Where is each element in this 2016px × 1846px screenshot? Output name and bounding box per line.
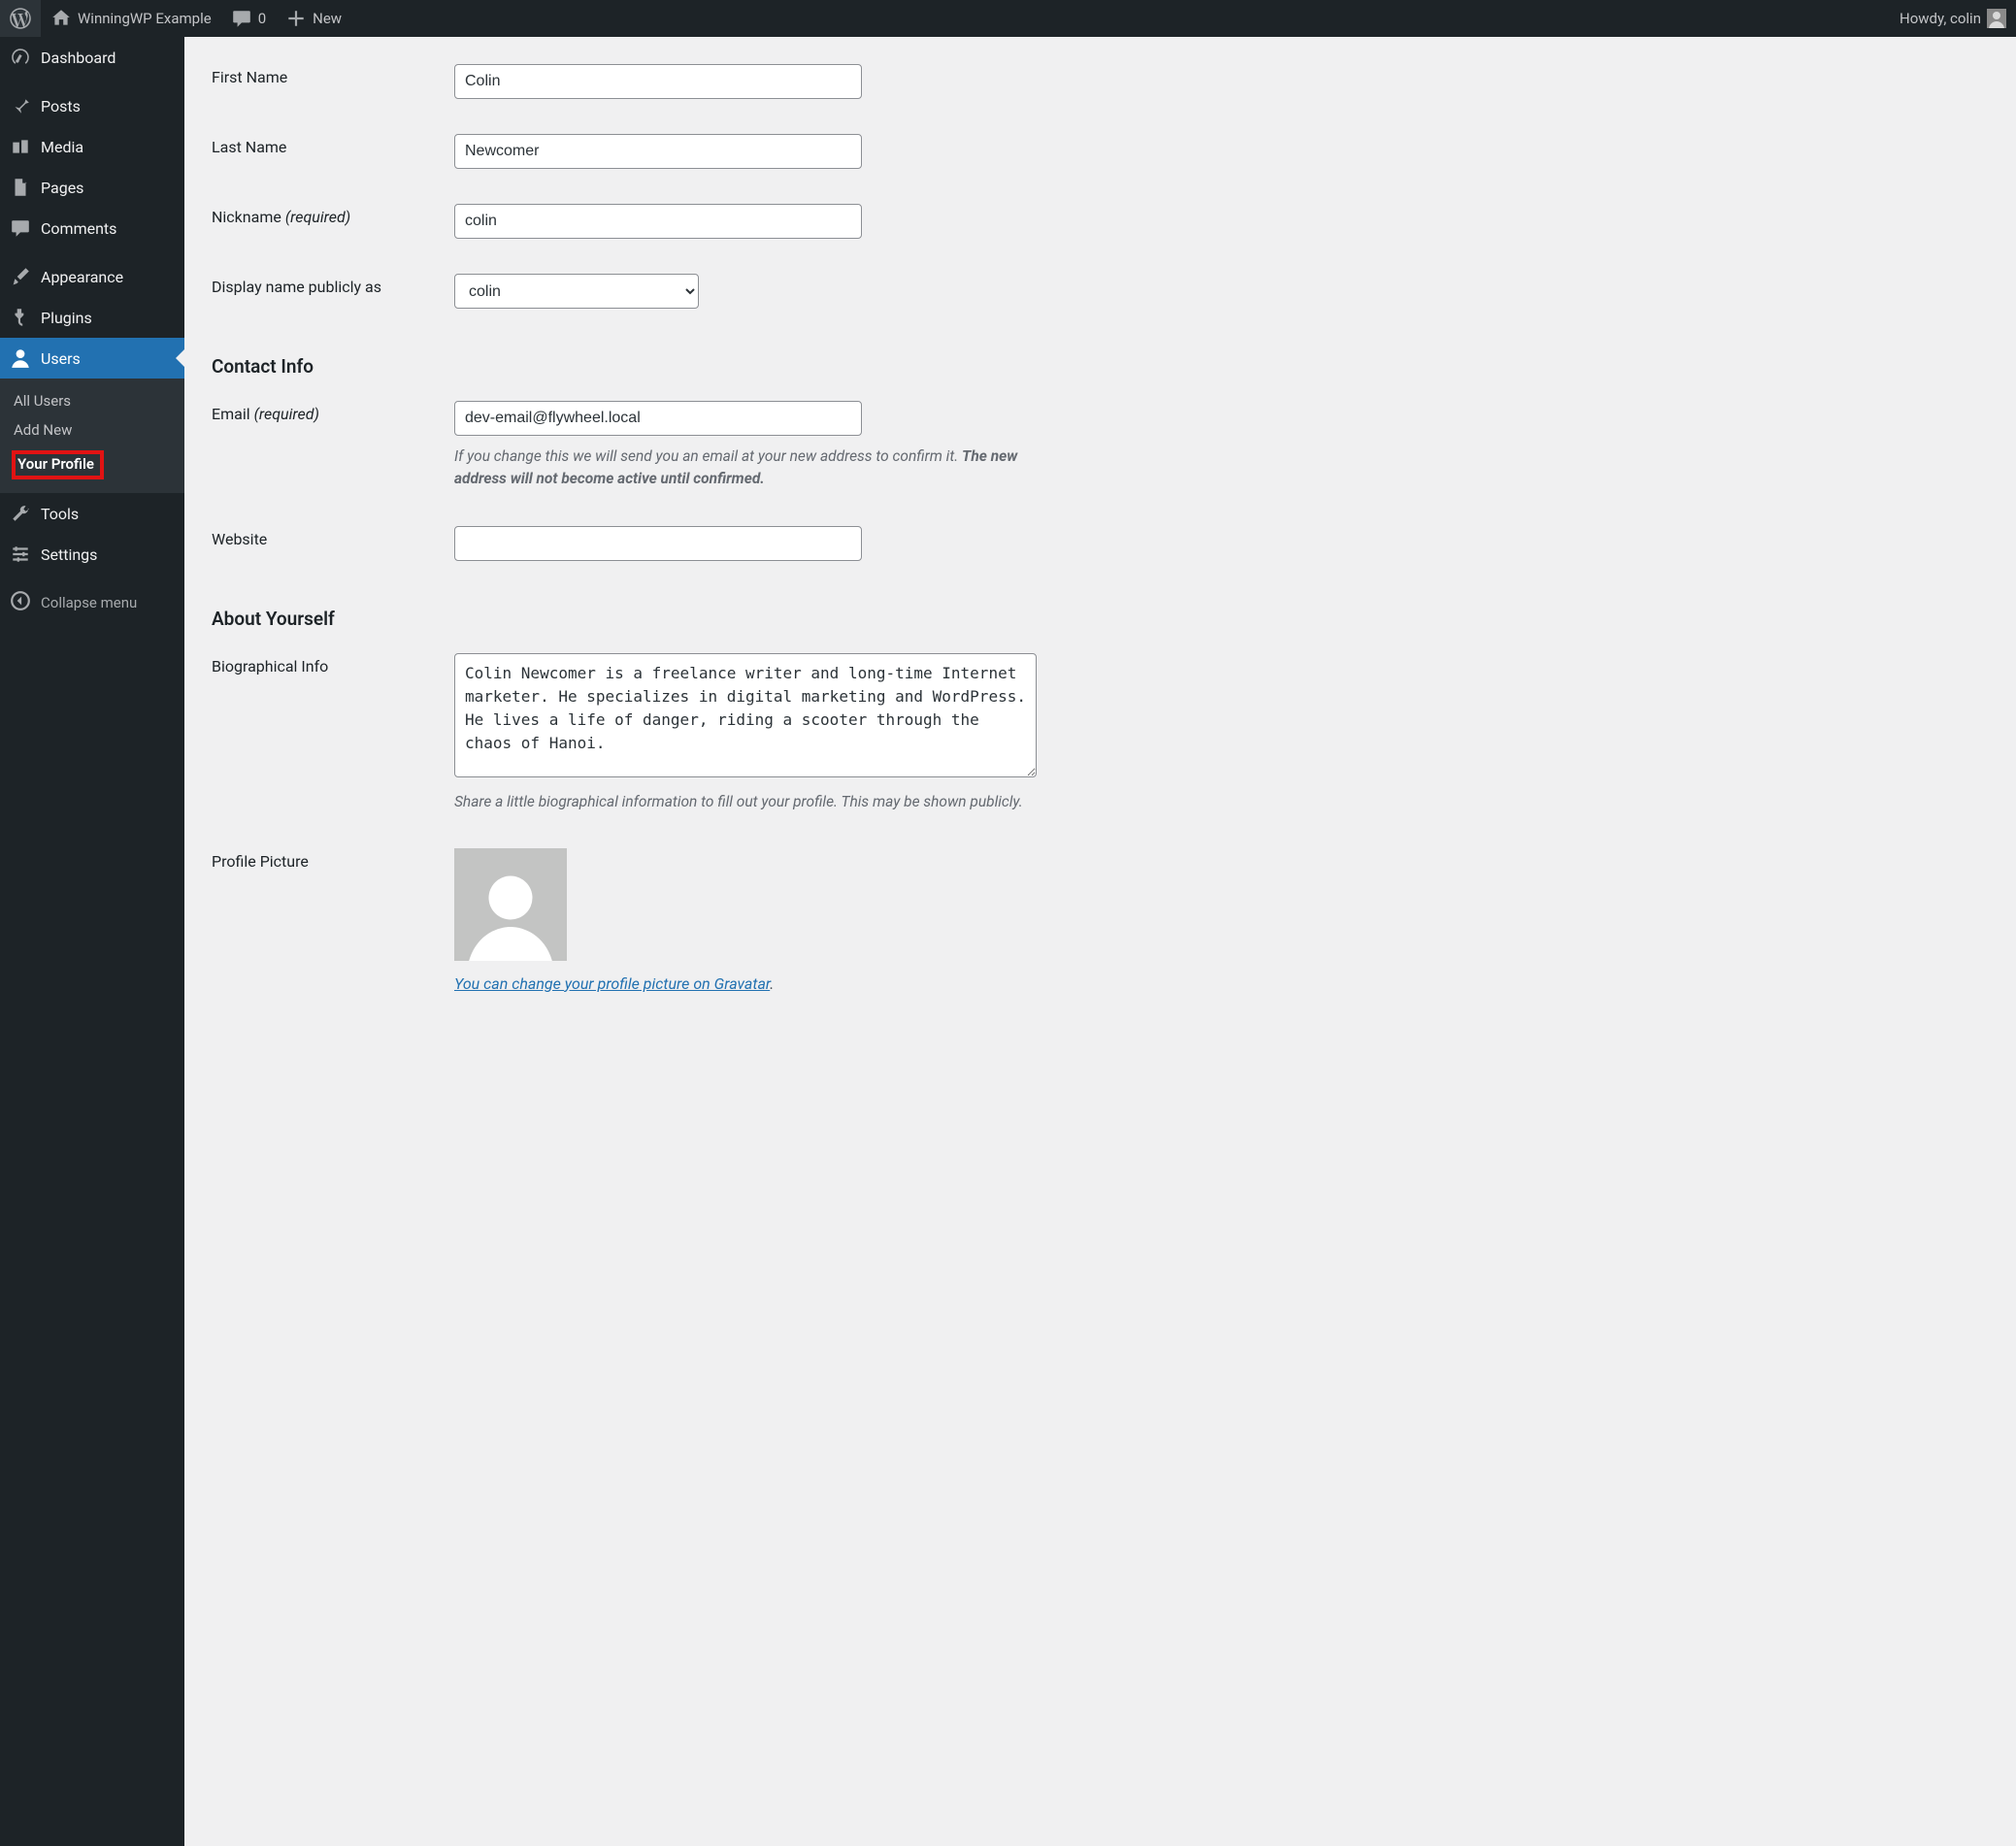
- profile-picture-avatar: [454, 848, 567, 961]
- profile-form: First Name Last Name Nickname (required)…: [212, 47, 1128, 1010]
- comments-count: 0: [258, 10, 266, 27]
- menu-media[interactable]: Media: [0, 126, 184, 167]
- menu-dashboard-label: Dashboard: [41, 49, 116, 67]
- menu-plugins[interactable]: Plugins: [0, 297, 184, 338]
- menu-settings-label: Settings: [41, 545, 97, 564]
- sliders-icon: [10, 544, 31, 565]
- display-name-label: Display name publicly as: [212, 278, 381, 296]
- wordpress-logo-icon: [10, 8, 31, 29]
- menu-users[interactable]: Users: [0, 338, 184, 379]
- admin-sidebar: Dashboard Posts Media Pages Comments App…: [0, 37, 184, 1846]
- bio-label: Biographical Info: [212, 657, 328, 676]
- dashboard-icon: [10, 47, 31, 68]
- nickname-input[interactable]: [454, 204, 862, 239]
- collapse-menu[interactable]: Collapse menu: [0, 580, 184, 625]
- collapse-icon: [10, 590, 31, 615]
- new-content-menu[interactable]: New: [276, 0, 351, 37]
- display-name-select[interactable]: colin: [454, 274, 699, 309]
- email-label: Email (required): [212, 405, 319, 423]
- menu-pages-label: Pages: [41, 179, 83, 197]
- wp-logo-menu[interactable]: [0, 0, 41, 37]
- menu-comments[interactable]: Comments: [0, 208, 184, 248]
- user-icon: [10, 347, 31, 369]
- email-description: If you change this we will send you an e…: [454, 445, 1056, 491]
- last-name-input[interactable]: [454, 134, 862, 169]
- profile-picture-label: Profile Picture: [212, 852, 309, 871]
- contact-info-heading: Contact Info: [212, 326, 1128, 383]
- pages-icon: [10, 177, 31, 198]
- content-area: First Name Last Name Nickname (required)…: [184, 0, 2016, 1069]
- menu-appearance-label: Appearance: [41, 268, 123, 286]
- site-name-menu[interactable]: WinningWP Example: [41, 0, 221, 37]
- menu-dashboard[interactable]: Dashboard: [0, 37, 184, 78]
- collapse-menu-label: Collapse menu: [41, 594, 137, 611]
- media-icon: [10, 136, 31, 157]
- wrench-icon: [10, 503, 31, 524]
- highlight-box: Your Profile: [12, 450, 104, 479]
- admin-toolbar: WinningWP Example 0 New Howdy, colin: [0, 0, 2016, 37]
- menu-tools-label: Tools: [41, 505, 79, 523]
- submenu-all-users[interactable]: All Users: [0, 386, 184, 415]
- bio-description: Share a little biographical information …: [454, 791, 1056, 813]
- home-icon: [50, 8, 72, 29]
- menu-tools[interactable]: Tools: [0, 493, 184, 534]
- about-yourself-heading: About Yourself: [212, 578, 1128, 636]
- website-input[interactable]: [454, 526, 862, 561]
- plug-icon: [10, 307, 31, 328]
- site-name-label: WinningWP Example: [78, 10, 212, 27]
- menu-posts[interactable]: Posts: [0, 85, 184, 126]
- menu-pages[interactable]: Pages: [0, 167, 184, 208]
- email-input[interactable]: [454, 401, 862, 436]
- pin-icon: [10, 95, 31, 116]
- gravatar-link[interactable]: You can change your profile picture on G…: [454, 974, 770, 993]
- user-avatar-icon: [1987, 9, 2006, 28]
- menu-media-label: Media: [41, 138, 83, 156]
- new-content-label: New: [313, 10, 342, 27]
- brush-icon: [10, 266, 31, 287]
- menu-settings[interactable]: Settings: [0, 534, 184, 575]
- nickname-label: Nickname (required): [212, 208, 350, 226]
- my-account-menu[interactable]: Howdy, colin: [1890, 0, 2016, 37]
- first-name-label: First Name: [212, 68, 287, 86]
- menu-appearance[interactable]: Appearance: [0, 256, 184, 297]
- submenu-users: All Users Add New Your Profile: [0, 379, 184, 493]
- submenu-your-profile-label: Your Profile: [17, 455, 94, 473]
- menu-posts-label: Posts: [41, 97, 81, 115]
- last-name-label: Last Name: [212, 138, 286, 156]
- submenu-your-profile[interactable]: Your Profile: [0, 445, 184, 485]
- comments-icon: [10, 217, 31, 239]
- bio-textarea[interactable]: [454, 653, 1037, 777]
- website-label: Website: [212, 530, 267, 548]
- menu-comments-label: Comments: [41, 219, 116, 238]
- first-name-input[interactable]: [454, 64, 862, 99]
- plus-icon: [285, 8, 307, 29]
- greeting-label: Howdy, colin: [1900, 10, 1981, 27]
- menu-plugins-label: Plugins: [41, 309, 92, 327]
- comment-icon: [231, 8, 252, 29]
- menu-users-label: Users: [41, 349, 81, 368]
- gravatar-paragraph: You can change your profile picture on G…: [454, 974, 1118, 993]
- submenu-add-new[interactable]: Add New: [0, 415, 184, 445]
- comments-menu[interactable]: 0: [221, 0, 276, 37]
